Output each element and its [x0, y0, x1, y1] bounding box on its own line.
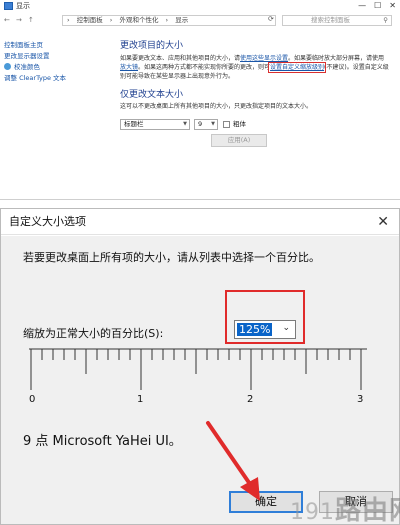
window-title: 显示	[16, 2, 30, 10]
up-arrow-icon[interactable]: ↑	[28, 13, 34, 27]
text-size-controls: 标题栏 ▼ 9 ▼ 粗体	[120, 119, 395, 131]
sidebar-item-display-settings[interactable]: 更改显示器设置	[4, 51, 114, 62]
custom-size-dialog: 自定义大小选项 ✕ 若要更改桌面上所有项的大小，请从列表中选择一个百分比。 缩放…	[0, 208, 400, 525]
watermark-logo: 191路由网	[290, 490, 400, 525]
font-sample-text: 9 点 Microsoft YaHei UI。	[23, 434, 182, 449]
section-title-text-size: 仅更改文本大小	[120, 90, 184, 100]
item-select-value: 标题栏	[124, 120, 144, 128]
chevron-down-icon: ⌄	[282, 323, 290, 333]
section-text-size-description: 这可以不更改桌面上所有其他项目的大小，只更改指定项目的文本大小。	[120, 103, 313, 110]
section-description: 如果要更改文本、应用和其他项目的大小，请使用这些显示设置。如果要临时放大部分屏幕…	[120, 54, 390, 81]
breadcrumb-control-panel[interactable]: 控制面板	[77, 16, 103, 24]
maximize-button[interactable]: ☐	[374, 0, 381, 12]
refresh-icon[interactable]: ⟳	[268, 15, 274, 24]
chevron-down-icon: ▼	[183, 121, 187, 127]
watermark-text: 路由网	[335, 496, 400, 525]
sidebar-item-label: 校准颜色	[14, 63, 40, 71]
window-controls: — ☐ ✕	[358, 0, 396, 12]
sidebar-item-calibrate-color[interactable]: 校准颜色	[4, 62, 114, 73]
bold-checkbox[interactable]	[223, 121, 230, 128]
bold-label: 粗体	[233, 120, 246, 128]
scale-percent-value: 125%	[237, 323, 273, 336]
close-button[interactable]: ✕	[389, 0, 396, 12]
search-placeholder: 搜索控制面板	[311, 16, 350, 24]
main-content: 更改项目的大小 如果要更改文本、应用和其他项目的大小，请使用这些显示设置。如果要…	[120, 40, 395, 131]
search-icon: ⚲	[383, 16, 388, 24]
breadcrumb-appearance[interactable]: 外观和个性化	[119, 16, 158, 24]
minimize-button[interactable]: —	[358, 0, 366, 12]
breadcrumb-sep: ›	[165, 16, 169, 24]
watermark-number: 191	[290, 500, 335, 525]
chevron-down-icon: ▼	[211, 121, 215, 127]
address-row: ← → ↑ › 控制面板 › 外观和个性化 › 显示 ⟳ 搜索控制面板 ⚲	[0, 13, 400, 27]
sidebar-item-label: 调整 ClearType 文本	[4, 74, 67, 82]
magnifier-link[interactable]: 放大镜	[120, 64, 138, 71]
scale-ruler[interactable]: 0 1 2 3	[29, 348, 369, 408]
ruler-label-0: 0	[29, 394, 36, 405]
dialog-close-icon[interactable]: ✕	[377, 209, 389, 235]
ruler-label-1: 1	[137, 394, 144, 405]
item-select[interactable]: 标题栏 ▼	[120, 119, 190, 130]
search-input[interactable]: 搜索控制面板 ⚲	[282, 15, 392, 26]
forward-arrow-icon[interactable]: →	[16, 13, 22, 27]
control-panel-window: 显示 — ☐ ✕ ← → ↑ › 控制面板 › 外观和个性化 › 显示 ⟳ 搜索…	[0, 0, 400, 200]
size-select-value: 9	[198, 120, 203, 128]
dialog-body: 若要更改桌面上所有项的大小，请从列表中选择一个百分比。 缩放为正常大小的百分比(…	[1, 236, 399, 524]
ruler-label-2: 2	[247, 394, 254, 405]
custom-scaling-link[interactable]: 设置自定义缩放级别	[268, 62, 327, 73]
ruler-label-3: 3	[357, 394, 364, 405]
address-bar[interactable]: › 控制面板 › 外观和个性化 › 显示	[62, 15, 276, 26]
text-part: 如果要更改文本、应用和其他项目的大小，请	[120, 55, 241, 62]
section-title-item-size: 更改项目的大小	[120, 41, 184, 51]
dialog-title: 自定义大小选项	[9, 215, 86, 228]
display-settings-link[interactable]: 使用这些显示设置	[240, 55, 288, 62]
color-icon	[4, 63, 11, 70]
text-part: 。如果要临时放大部分屏幕，请使用	[288, 55, 385, 62]
size-select[interactable]: 9 ▼	[194, 119, 218, 130]
scale-label: 缩放为正常大小的百分比(S):	[23, 327, 164, 340]
dialog-titlebar: 自定义大小选项 ✕	[1, 209, 399, 235]
apply-button[interactable]: 应用(A)	[211, 134, 267, 147]
back-arrow-icon[interactable]: ←	[4, 13, 10, 27]
text-part: 。如果这两种方式都不能实现你所要的更改，则可	[138, 64, 271, 71]
sidebar-item-home[interactable]: 控制面板主页	[4, 40, 114, 51]
ruler-ticks	[29, 348, 367, 390]
sidebar-item-cleartype[interactable]: 调整 ClearType 文本	[4, 73, 114, 84]
window-titlebar: 显示 — ☐ ✕	[0, 0, 400, 12]
sidebar: 控制面板主页 更改显示器设置 校准颜色 调整 ClearType 文本	[4, 40, 114, 84]
breadcrumb-sep: ›	[109, 16, 113, 24]
dialog-prompt: 若要更改桌面上所有项的大小，请从列表中选择一个百分比。	[23, 251, 320, 264]
display-app-icon	[4, 2, 13, 10]
scale-percent-select[interactable]: 125% ⌄	[234, 320, 296, 339]
breadcrumb-sep: ›	[67, 16, 70, 24]
breadcrumb-display[interactable]: 显示	[175, 16, 188, 24]
